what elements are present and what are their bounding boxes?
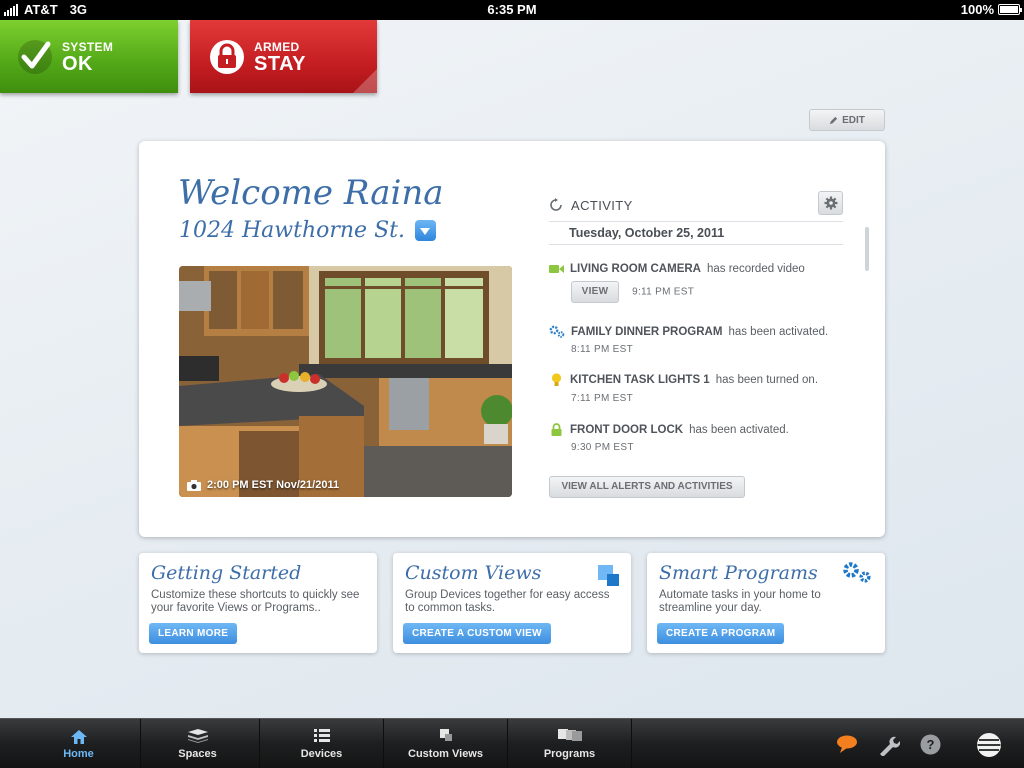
tab-programs[interactable]: Programs bbox=[508, 719, 632, 768]
armed-label: ARMED bbox=[254, 40, 300, 54]
learn-more-button[interactable]: LEARN MORE bbox=[149, 623, 238, 644]
address-label: 1024 Hawthorne St. bbox=[179, 218, 405, 243]
status-right: 100% bbox=[960, 2, 1022, 17]
programs-icon bbox=[557, 729, 582, 741]
activity-item: LIVING ROOM CAMERA has recorded video VI… bbox=[549, 263, 843, 303]
custom-views-card: Custom Views Group Devices together for … bbox=[393, 553, 631, 653]
address-selector[interactable]: 1024 Hawthorne St. bbox=[179, 218, 436, 243]
activity-text: has been activated. bbox=[728, 325, 829, 338]
video-icon bbox=[549, 265, 564, 273]
system-label: SYSTEM bbox=[62, 40, 114, 54]
activity-device-name: FAMILY DINNER PROGRAM bbox=[571, 325, 723, 338]
activity-device-name: LIVING ROOM CAMERA bbox=[570, 263, 701, 275]
tab-label: Programs bbox=[543, 748, 596, 760]
activity-header: ACTIVITY bbox=[549, 191, 843, 217]
gears-icon bbox=[549, 325, 565, 338]
chevron-down-icon[interactable] bbox=[414, 220, 436, 241]
card-title: Custom Views bbox=[405, 562, 542, 584]
activity-device-name: FRONT DOOR LOCK bbox=[570, 423, 684, 436]
card-title: Smart Programs bbox=[659, 562, 818, 584]
getting-started-card: Getting Started Customize these shortcut… bbox=[139, 553, 377, 653]
kitchen-photo bbox=[179, 266, 512, 497]
tab-spaces[interactable]: Spaces bbox=[136, 719, 260, 768]
battery-label: 100% bbox=[960, 2, 994, 17]
refresh-icon[interactable] bbox=[549, 198, 563, 212]
gear-icon bbox=[824, 196, 837, 210]
tab-custom-views[interactable]: Custom Views bbox=[384, 719, 508, 768]
activity-text: has recorded video bbox=[706, 263, 805, 275]
activity-feed: ACTIVITY Tuesday, October 25, 2011 LIVIN… bbox=[549, 191, 843, 498]
activity-device-name: KITCHEN TASK LIGHTS 1 bbox=[570, 374, 710, 386]
card-description: Group Devices together for easy access t… bbox=[405, 589, 610, 614]
lock-icon bbox=[551, 423, 562, 436]
activity-title: ACTIVITY bbox=[571, 197, 633, 213]
activity-date: Tuesday, October 25, 2011 bbox=[549, 221, 843, 245]
activity-item: FAMILY DINNER PROGRAM has been activated… bbox=[549, 325, 843, 355]
tab-label: Spaces bbox=[178, 748, 217, 760]
tab-label: Devices bbox=[300, 748, 343, 760]
activity-time: 9:11 PM EST bbox=[632, 286, 695, 298]
camera-icon bbox=[187, 479, 201, 491]
tab-label: Home bbox=[63, 748, 94, 760]
checkmark-icon bbox=[18, 40, 52, 74]
card-description: Customize these shortcuts to quickly see… bbox=[151, 589, 360, 614]
welcome-panel: Welcome Raina 1024 Hawthorne St. 2:00 PM… bbox=[139, 141, 885, 537]
system-status-tile[interactable]: SYSTEM OK bbox=[0, 20, 178, 93]
camera-timestamp: 2:00 PM EST Nov/21/2011 bbox=[187, 479, 339, 491]
status-time: 6:35 PM bbox=[487, 2, 537, 17]
activity-item: KITCHEN TASK LIGHTS 1 has been turned on… bbox=[549, 373, 843, 404]
gears-icon bbox=[843, 562, 871, 583]
custom-views-icon bbox=[598, 565, 619, 586]
activity-item: FRONT DOOR LOCK has been activated. 9:30… bbox=[549, 423, 843, 453]
activity-time: 9:30 PM EST bbox=[571, 442, 634, 453]
tab-devices[interactable]: Devices bbox=[260, 719, 384, 768]
status-bar: AT&T 3G 6:35 PM 100% bbox=[0, 0, 1024, 20]
tile-corner bbox=[353, 69, 377, 93]
view-button[interactable]: VIEW bbox=[571, 281, 619, 303]
activity-time: 8:11 PM EST bbox=[571, 344, 634, 355]
card-title: Getting Started bbox=[151, 562, 302, 584]
activity-settings-button[interactable] bbox=[818, 191, 843, 215]
armed-value: STAY bbox=[254, 53, 307, 75]
tab-home[interactable]: Home bbox=[17, 719, 141, 768]
help-icon[interactable]: ? bbox=[920, 734, 941, 755]
list-icon bbox=[313, 729, 330, 742]
edit-label: EDIT bbox=[842, 114, 865, 126]
pencil-icon bbox=[830, 116, 838, 124]
tab-label: Custom Views bbox=[408, 748, 483, 760]
activity-text: has been activated. bbox=[689, 423, 789, 436]
create-program-button[interactable]: CREATE A PROGRAM bbox=[657, 623, 785, 644]
tab-bar: Home Spaces Devices Custom Views Program… bbox=[0, 718, 1024, 768]
armed-status-tile[interactable]: ARMED STAY bbox=[190, 20, 377, 93]
battery-icon bbox=[998, 4, 1022, 15]
activity-time: 7:11 PM EST bbox=[571, 393, 634, 404]
view-all-activities-button[interactable]: VIEW ALL ALERTS AND ACTIVITIES bbox=[549, 476, 745, 498]
home-icon bbox=[70, 730, 87, 744]
system-value: OK bbox=[62, 53, 93, 75]
lock-icon bbox=[210, 40, 244, 74]
welcome-title: Welcome Raina bbox=[178, 173, 444, 213]
edit-button[interactable]: EDIT bbox=[809, 109, 885, 131]
custom-views-icon bbox=[439, 729, 452, 741]
camera-timestamp-label: 2:00 PM EST Nov/21/2011 bbox=[207, 479, 340, 491]
create-custom-view-button[interactable]: CREATE A CUSTOM VIEW bbox=[403, 623, 551, 644]
card-description: Automate tasks in your home to streamlin… bbox=[659, 589, 821, 614]
bulb-icon bbox=[551, 373, 562, 386]
activity-text: has been turned on. bbox=[715, 374, 819, 386]
activity-scrollbar[interactable] bbox=[865, 227, 869, 271]
chat-icon[interactable] bbox=[836, 734, 858, 754]
smart-programs-card: Smart Programs Automate tasks in your ho… bbox=[647, 553, 885, 653]
spaces-icon bbox=[187, 729, 208, 743]
wrench-icon[interactable] bbox=[878, 734, 900, 756]
att-globe-icon[interactable] bbox=[975, 732, 1003, 758]
camera-snapshot[interactable]: 2:00 PM EST Nov/21/2011 bbox=[179, 266, 512, 497]
svg-text:?: ? bbox=[927, 737, 935, 752]
